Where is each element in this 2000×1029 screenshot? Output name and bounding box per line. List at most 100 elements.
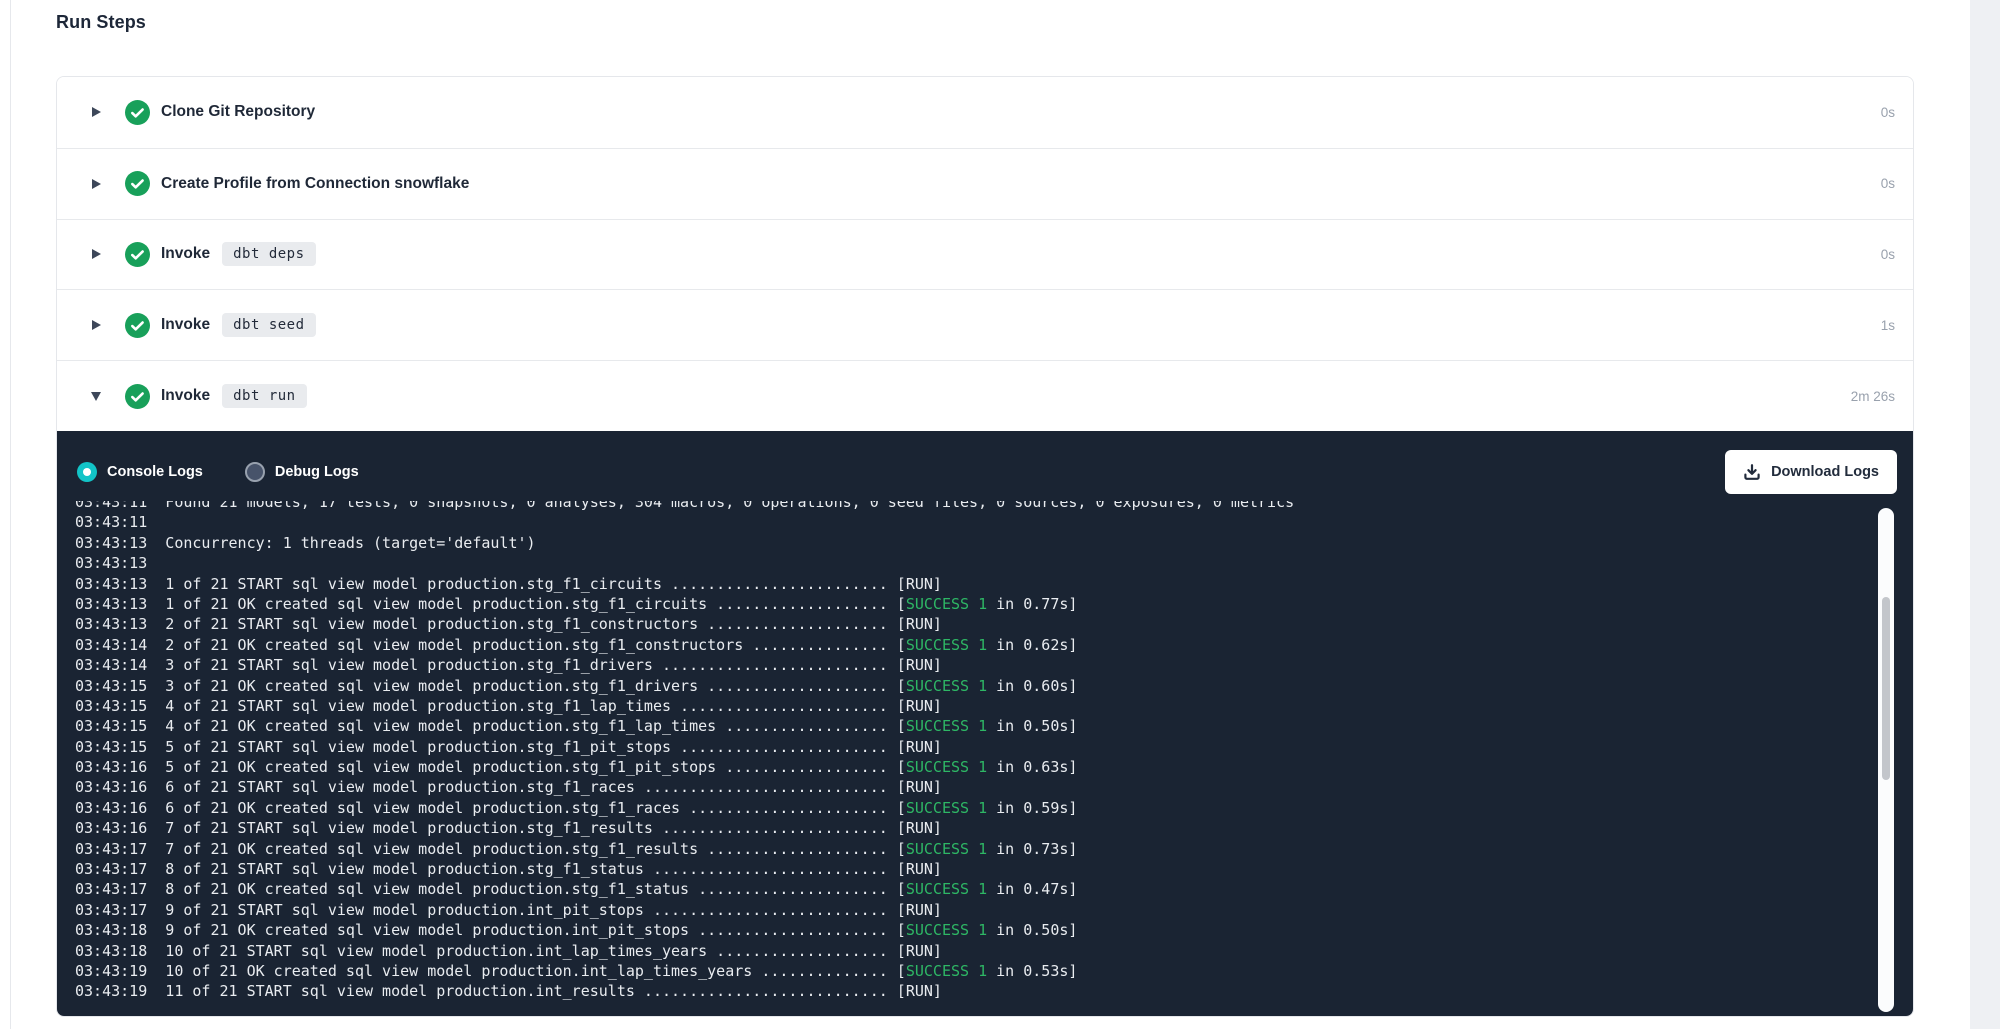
log-message: 6 of 21 OK created sql view model produc… [147,799,1077,817]
log-timestamp: 03:43:17 [75,880,147,898]
caret-right-icon[interactable] [92,249,101,259]
log-line: 03:43:167 of 21 START sql view model pro… [75,818,1913,838]
log-message [147,554,165,572]
radio-selected-icon[interactable] [77,462,97,482]
console-logs-radio[interactable]: Console Logs [77,462,203,482]
log-line: 03:43:154 of 21 START sql view model pro… [75,696,1913,716]
log-line: 03:43:178 of 21 START sql view model pro… [75,859,1913,879]
download-logs-button[interactable]: Download Logs [1725,450,1897,494]
log-message: 9 of 21 OK created sql view model produc… [147,921,1077,939]
step-duration: 0s [1881,176,1895,191]
step-row[interactable]: Create Profile from Connection snowflake… [57,148,1913,219]
caret-right-icon[interactable] [92,320,101,330]
log-line: 03:43:154 of 21 OK created sql view mode… [75,716,1913,736]
caret-right-icon[interactable] [92,179,101,189]
page-title: Run Steps [56,12,146,33]
log-timestamp: 03:43:15 [75,738,147,756]
log-line: 03:43:142 of 21 OK created sql view mode… [75,635,1913,655]
step-duration: 0s [1881,247,1895,262]
step-duration: 0s [1881,105,1895,120]
radio-unselected-icon[interactable] [245,462,265,482]
log-timestamp: 03:43:15 [75,697,147,715]
log-timestamp: 03:43:13 [75,615,147,633]
log-timestamp: 03:43:19 [75,982,147,1000]
log-line: 03:43:155 of 21 START sql view model pro… [75,737,1913,757]
log-timestamp: 03:43:13 [75,534,147,552]
log-message: 6 of 21 START sql view model production.… [147,778,942,796]
log-timestamp: 03:43:13 [75,595,147,613]
log-timestamp: 03:43:13 [75,575,147,593]
log-viewport[interactable]: 03:43:11Found 21 models, 17 tests, 0 sna… [57,501,1913,1007]
log-line: 03:43:1810 of 21 START sql view model pr… [75,941,1913,961]
step-row[interactable]: Clone Git Repository 0s [57,77,1913,148]
log-message: 1 of 21 OK created sql view model produc… [147,595,1077,613]
step-label: Invoke [161,316,210,334]
run-steps-card: Clone Git Repository 0s Create Profile f… [56,76,1914,1017]
log-message: 7 of 21 START sql view model production.… [147,819,942,837]
log-message: Concurrency: 1 threads (target='default'… [147,534,535,552]
console-logs-label[interactable]: Console Logs [107,464,203,480]
log-line: 03:43:13 [75,553,1913,573]
caret-down-icon[interactable] [91,392,101,401]
log-line: 03:43:1911 of 21 START sql view model pr… [75,981,1913,1001]
console-panel: Console Logs Debug Logs Download Logs 03… [57,431,1913,1016]
log-timestamp: 03:43:16 [75,799,147,817]
log-timestamp: 03:43:15 [75,717,147,735]
debug-logs-radio[interactable]: Debug Logs [245,462,359,482]
check-circle-icon [125,100,150,125]
log-message: Found 21 models, 17 tests, 0 snapshots, … [147,501,1294,511]
step-row[interactable]: Invoke dbt deps 0s [57,219,1913,290]
log-timestamp: 03:43:14 [75,636,147,654]
log-message: 9 of 21 START sql view model production.… [147,901,942,919]
step-row[interactable]: Invoke dbt seed 1s [57,289,1913,360]
log-message: 3 of 21 OK created sql view model produc… [147,677,1077,695]
log-line: 03:43:143 of 21 START sql view model pro… [75,655,1913,675]
log-line: 03:43:131 of 21 START sql view model pro… [75,574,1913,594]
success-text: SUCCESS 1 [906,636,987,654]
log-message: 4 of 21 START sql view model production.… [147,697,942,715]
success-text: SUCCESS 1 [906,717,987,735]
log-message: 4 of 21 OK created sql view model produc… [147,717,1077,735]
log-timestamp: 03:43:11 [75,501,147,511]
console-scrollbar-thumb[interactable] [1882,597,1890,780]
log-message: 11 of 21 START sql view model production… [147,982,942,1000]
log-message: 5 of 21 START sql view model production.… [147,738,942,756]
check-circle-icon [125,384,150,409]
log-timestamp: 03:43:18 [75,942,147,960]
log-timestamp: 03:43:17 [75,901,147,919]
log-line: 03:43:166 of 21 OK created sql view mode… [75,798,1913,818]
log-message: 5 of 21 OK created sql view model produc… [147,758,1077,776]
log-timestamp: 03:43:16 [75,778,147,796]
log-line: 03:43:189 of 21 OK created sql view mode… [75,920,1913,940]
log-content: 03:43:11Found 21 models, 17 tests, 0 sna… [75,501,1913,1002]
log-timestamp: 03:43:11 [75,513,147,531]
log-message [147,513,165,531]
page-right-gutter [1970,0,2000,1029]
step-command-badge: dbt seed [222,313,315,337]
log-line: 03:43:153 of 21 OK created sql view mode… [75,676,1913,696]
step-duration: 1s [1881,318,1895,333]
log-message: 1 of 21 START sql view model production.… [147,575,942,593]
log-line: 03:43:13Concurrency: 1 threads (target='… [75,533,1913,553]
success-text: SUCCESS 1 [906,677,987,695]
check-circle-icon [125,313,150,338]
log-timestamp: 03:43:15 [75,677,147,695]
log-timestamp: 03:43:17 [75,840,147,858]
success-text: SUCCESS 1 [906,880,987,898]
console-scrollbar[interactable] [1878,508,1894,1012]
log-timestamp: 03:43:16 [75,819,147,837]
log-line: 03:43:132 of 21 START sql view model pro… [75,614,1913,634]
success-text: SUCCESS 1 [906,595,987,613]
caret-right-icon[interactable] [92,107,101,117]
step-command-badge: dbt run [222,384,307,408]
log-message: 10 of 21 OK created sql view model produ… [147,962,1077,980]
step-row[interactable]: Invoke dbt run 2m 26s [57,360,1913,431]
step-label: Create Profile from Connection snowflake [161,175,469,193]
step-command-badge: dbt deps [222,242,315,266]
log-timestamp: 03:43:16 [75,758,147,776]
success-text: SUCCESS 1 [906,962,987,980]
log-line: 03:43:178 of 21 OK created sql view mode… [75,879,1913,899]
log-timestamp: 03:43:14 [75,656,147,674]
debug-logs-label[interactable]: Debug Logs [275,464,359,480]
success-text: SUCCESS 1 [906,840,987,858]
